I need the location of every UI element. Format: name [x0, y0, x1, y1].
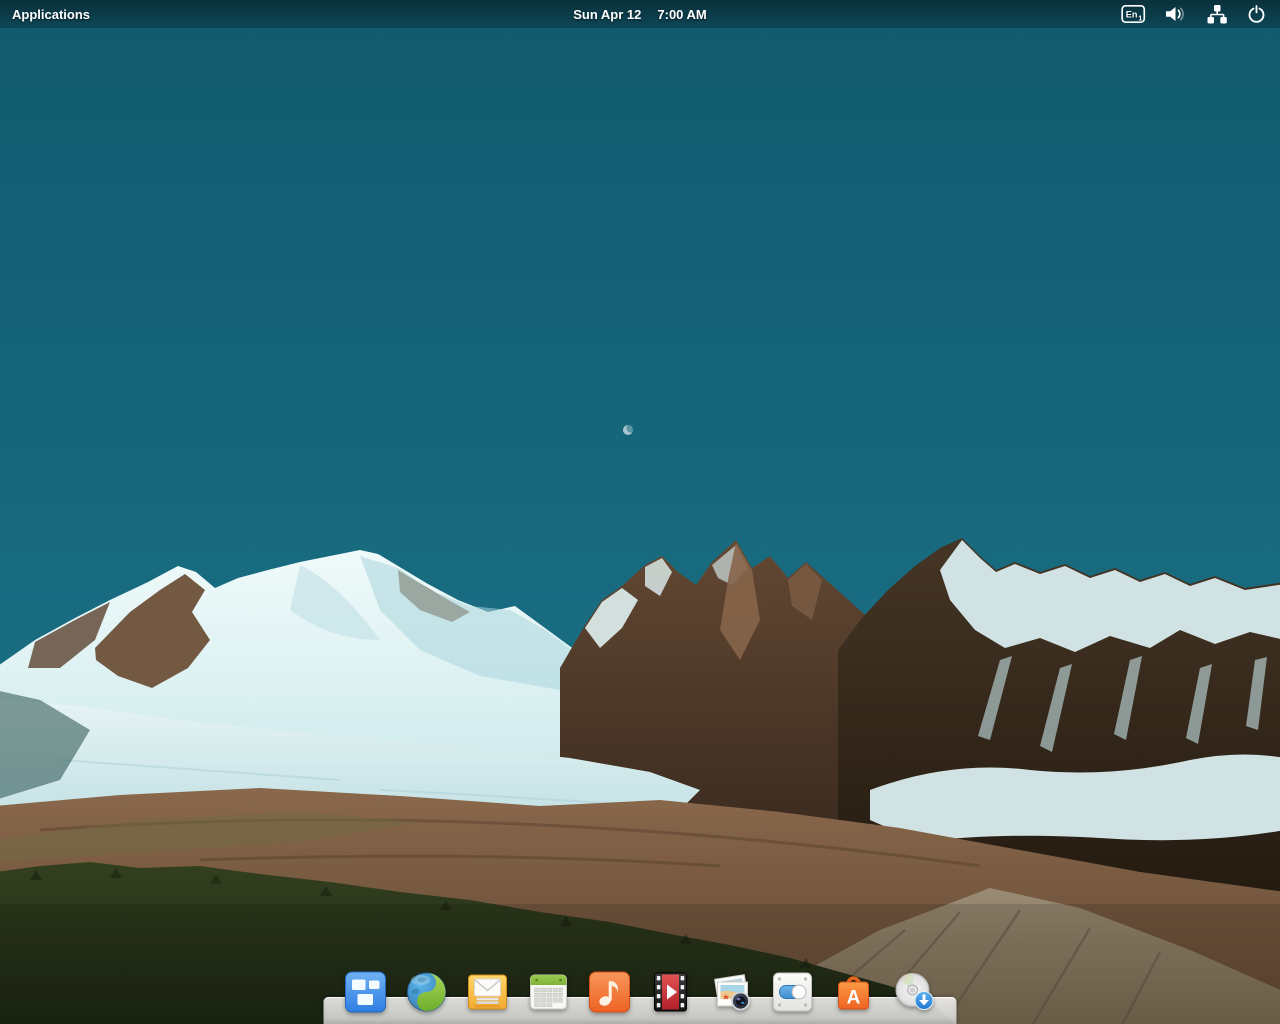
dock-item-videos[interactable]	[649, 970, 693, 1014]
applications-menu[interactable]: Applications	[12, 7, 90, 22]
photos-icon	[714, 974, 750, 1011]
dock-item-mail[interactable]	[466, 970, 510, 1014]
dock-item-web-browser[interactable]	[405, 970, 449, 1014]
dock-item-appcenter[interactable]: A	[832, 970, 876, 1014]
keyboard-layout-icon: En 1	[1121, 5, 1146, 23]
appcenter-icon: A	[838, 976, 869, 1010]
mail-icon	[468, 974, 507, 1010]
system-settings-icon	[773, 972, 812, 1012]
dock-item-os-installer[interactable]	[893, 970, 937, 1014]
dock-item-photos[interactable]	[710, 970, 754, 1014]
dock-item-system-settings[interactable]	[771, 970, 815, 1014]
dock-item-calendar[interactable]	[527, 970, 571, 1014]
sound-indicator[interactable]	[1164, 0, 1188, 28]
panel-indicators: En 1	[1121, 0, 1280, 28]
calendar-icon	[530, 974, 567, 1010]
desktop[interactable]	[0, 0, 1280, 1024]
svg-text:1: 1	[1138, 14, 1142, 23]
dock: A	[323, 970, 957, 1024]
panel-time: 7:00 AM	[657, 6, 707, 22]
keyboard-layout-indicator[interactable]: En 1	[1121, 0, 1146, 28]
volume-icon	[1166, 7, 1184, 21]
panel-date: Sun Apr 12	[573, 6, 642, 22]
svg-text:A: A	[847, 988, 861, 1009]
multitasking-view-icon	[345, 971, 386, 1013]
session-indicator[interactable]	[1246, 0, 1267, 28]
power-icon	[1248, 4, 1265, 23]
music-icon	[589, 971, 630, 1013]
top-panel: Applications Sun Apr 12 7:00 AM En 1	[0, 0, 1280, 28]
network-indicator[interactable]	[1206, 0, 1228, 28]
dock-item-music[interactable]	[588, 970, 632, 1014]
svg-text:En: En	[1126, 9, 1138, 19]
os-installer-icon	[895, 973, 934, 1010]
videos-icon	[654, 972, 687, 1012]
wallpaper-image	[0, 0, 1280, 1024]
web-browser-icon	[407, 972, 446, 1012]
network-wired-icon	[1207, 5, 1227, 24]
dock-item-multitasking-view[interactable]	[344, 970, 388, 1014]
datetime-indicator[interactable]: Sun Apr 12 7:00 AM	[573, 0, 707, 28]
